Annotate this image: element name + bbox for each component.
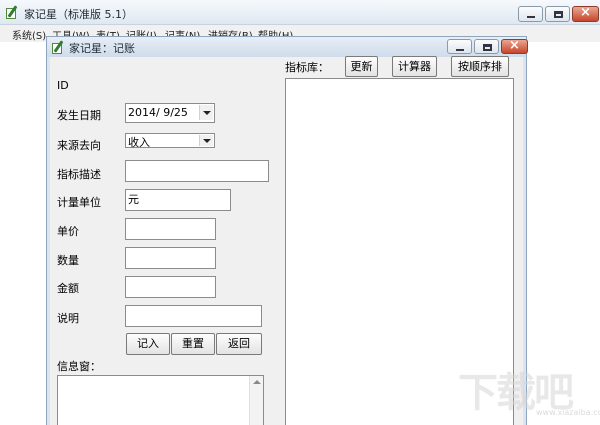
info-textarea[interactable] [57, 375, 264, 425]
indicator-desc-label: 指标描述 [57, 168, 101, 181]
minimize-icon [456, 49, 464, 51]
refresh-button[interactable]: 更新 [345, 56, 378, 77]
info-scrollbar[interactable] [249, 376, 263, 425]
main-window-title: 家记星（标准版 5.1） [24, 8, 133, 21]
info-label: 信息窗： [57, 360, 101, 373]
child-maximize-button[interactable] [474, 39, 499, 54]
bookkeeping-form-area: ID 发生日期 2014/ 9/25 来源去向 收入 指标描述 计量单位 元 单… [50, 56, 523, 425]
main-caption-buttons: × [518, 5, 599, 22]
id-label: ID [57, 79, 69, 92]
main-minimize-button[interactable] [518, 6, 543, 22]
menu-system[interactable]: 系统(S) [12, 27, 46, 42]
price-label: 单价 [57, 225, 79, 238]
direction-select[interactable]: 收入 [125, 133, 215, 149]
child-minimize-button[interactable] [447, 39, 472, 54]
main-titlebar[interactable]: 家记星（标准版 5.1） × [0, 0, 600, 25]
sort-button[interactable]: 按顺序排 [451, 56, 509, 77]
close-icon: × [580, 5, 591, 20]
quantity-field[interactable] [125, 247, 216, 269]
notepad-pen-icon [51, 40, 66, 55]
reset-button[interactable]: 重置 [171, 333, 215, 355]
main-close-button[interactable]: × [572, 5, 599, 22]
maximize-icon [483, 44, 492, 51]
note-field[interactable] [125, 305, 262, 327]
main-maximize-button[interactable] [545, 6, 570, 22]
indicator-desc-field[interactable] [125, 160, 269, 182]
bookkeeping-window: 家记星：记账 × ID 发生日期 2014/ 9/25 来源去向 收入 指标描述… [46, 36, 528, 425]
notepad-pen-icon [5, 5, 20, 20]
dropdown-arrow-icon[interactable] [199, 105, 213, 120]
date-picker[interactable]: 2014/ 9/25 [125, 103, 215, 123]
child-close-button[interactable]: × [501, 38, 528, 54]
price-field[interactable] [125, 218, 216, 240]
scroll-up-icon[interactable] [253, 380, 261, 384]
indicator-library-label: 指标库： [285, 61, 329, 74]
back-button[interactable]: 返回 [216, 333, 262, 355]
date-value: 2014/ 9/25 [128, 106, 188, 119]
minimize-icon [527, 16, 535, 18]
amount-field[interactable] [125, 276, 216, 298]
record-button[interactable]: 记入 [126, 333, 170, 355]
dropdown-arrow-icon[interactable] [199, 135, 213, 146]
maximize-icon [554, 11, 563, 18]
child-caption-buttons: × [447, 38, 528, 54]
calculator-button[interactable]: 计算器 [392, 56, 437, 77]
child-window-title: 家记星：记账 [69, 42, 135, 55]
watermark: 下载吧 www.xiazaiba.com [458, 360, 600, 422]
watermark-url: www.xiazaiba.com [536, 408, 600, 417]
quantity-label: 数量 [57, 254, 79, 267]
date-label: 发生日期 [57, 109, 101, 122]
unit-field[interactable]: 元 [125, 189, 231, 211]
amount-label: 金额 [57, 282, 79, 295]
close-icon: × [509, 38, 520, 53]
direction-label: 来源去向 [57, 139, 101, 152]
child-titlebar[interactable]: 家记星：记账 × [47, 37, 528, 57]
direction-value: 收入 [128, 136, 150, 149]
unit-label: 计量单位 [57, 196, 101, 209]
note-label: 说明 [57, 312, 79, 325]
